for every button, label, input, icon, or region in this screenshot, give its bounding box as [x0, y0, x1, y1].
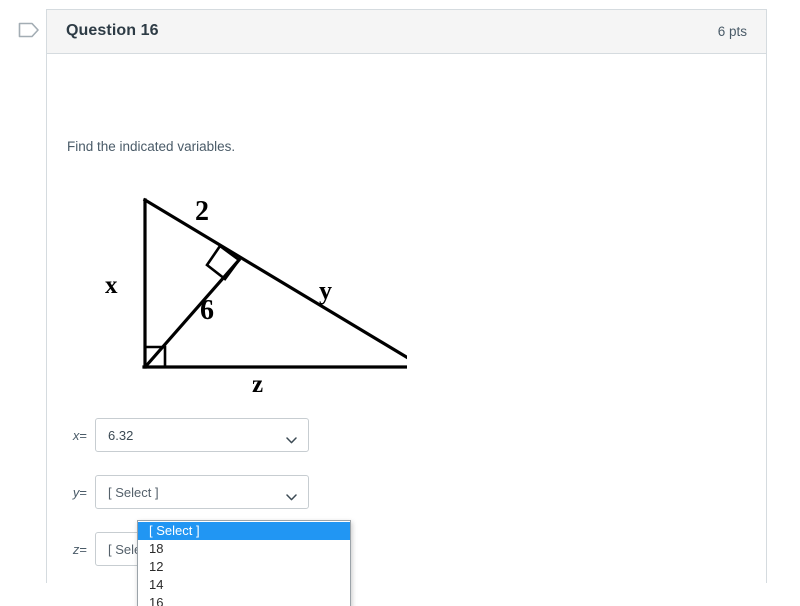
page-title: Question 16 — [66, 22, 159, 39]
dropdown-option[interactable]: [ Select ] — [138, 522, 350, 540]
dropdown-option[interactable]: 18 — [138, 540, 350, 558]
question-prompt: Find the indicated variables. — [67, 139, 236, 154]
figure-label-2: 2 — [195, 196, 209, 227]
dropdown-option[interactable]: 16 — [138, 594, 350, 606]
figure-label-6: 6 — [200, 295, 214, 326]
dropdown-option-list[interactable]: [ Select ] 18 12 14 16 — [137, 520, 351, 606]
question-card: Question 16 6 pts Find the indicated var… — [46, 9, 767, 606]
chevron-down-icon[interactable] — [286, 431, 297, 444]
equals-sign-y: = — [79, 484, 87, 500]
answer-label-y: y= — [59, 485, 95, 500]
figure-label-z: z — [252, 371, 263, 394]
flag-outline-icon[interactable] — [18, 20, 40, 40]
dropdown-option[interactable]: 12 — [138, 558, 350, 576]
answer-select-y[interactable]: [ Select ] — [95, 475, 309, 509]
answer-select-x[interactable]: 6.32 — [95, 418, 309, 452]
answer-select-x-value: 6.32 — [108, 427, 134, 443]
chevron-down-icon[interactable] — [286, 488, 297, 501]
points-badge: 6 pts — [717, 24, 747, 39]
figure-label-x: x — [105, 272, 118, 299]
answer-label-x: x= — [59, 428, 95, 443]
triangle-figure: 2 x 6 y z — [67, 174, 407, 394]
figure-label-y: y — [319, 276, 332, 305]
question-body: Find the indicated variables. 2 x 6 y z … — [47, 54, 766, 606]
answer-row-y: y= [ Select ] — [59, 475, 309, 509]
quiz-question-screen: Question 16 6 pts Find the indicated var… — [0, 0, 800, 606]
answer-select-y-value: [ Select ] — [108, 484, 159, 500]
answer-label-z: z= — [59, 542, 95, 557]
dropdown-option[interactable]: 14 — [138, 576, 350, 594]
equals-sign-x: = — [79, 427, 87, 443]
equals-sign-z: = — [79, 541, 87, 557]
answer-row-x: x= 6.32 — [59, 418, 309, 452]
question-header: Question 16 6 pts — [47, 10, 766, 54]
